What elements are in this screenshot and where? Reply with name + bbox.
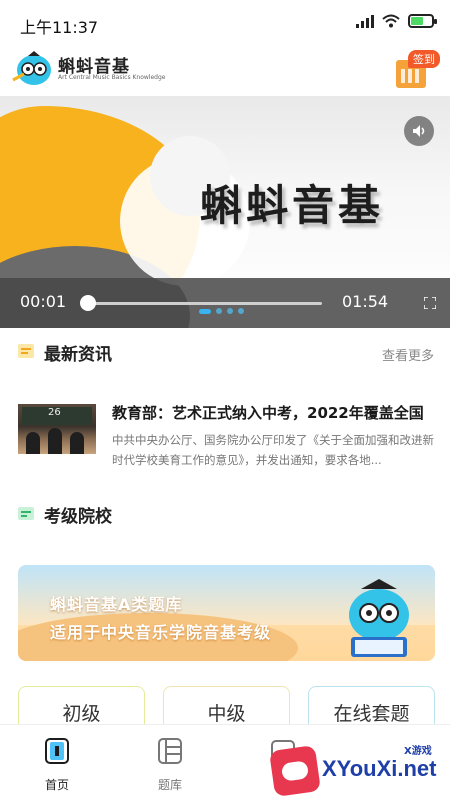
carousel-dot[interactable]	[216, 308, 222, 314]
news-section-title: 最新资讯	[42, 340, 114, 367]
current-time: 00:01	[20, 292, 67, 311]
video-player[interactable]: 蝌蚪音基 00:01 01:54	[0, 96, 450, 328]
exam-section-header: 考级院校	[0, 490, 450, 538]
home-icon	[45, 738, 69, 764]
watermark-tag: X游戏	[404, 746, 432, 757]
news-summary: 中共中央办公厅、国务院办公厅印发了《关于全面加强和改进新时代学校美育工作的意见》…	[112, 433, 434, 467]
site-watermark: XYouXi.net X游戏	[269, 738, 450, 800]
status-bar: 上午11:37	[0, 0, 450, 44]
video-controls: 00:01 01:54	[0, 278, 450, 328]
watermark-site: XYouXi.net	[322, 756, 437, 781]
battery-icon	[408, 14, 437, 28]
exam-school-icon	[18, 507, 34, 520]
app-header: 蝌蚪音基 Art Central Music Basics Knowledge …	[0, 44, 450, 96]
seek-handle[interactable]	[80, 295, 97, 311]
thumbnail-board-text: 26	[48, 407, 61, 418]
status-icons	[356, 14, 437, 28]
signin-button[interactable]: 签到	[392, 48, 440, 92]
exam-section-title: 考级院校	[42, 502, 114, 529]
thumbnail-figure	[48, 428, 62, 454]
banner-title: 蝌蚪音基A类题库	[50, 595, 183, 614]
tab-home-label: 首页	[44, 778, 69, 792]
question-bank-icon	[158, 738, 182, 764]
news-icon	[18, 344, 34, 358]
tab-home[interactable]: 首页	[12, 725, 102, 800]
thumbnail-figure	[26, 432, 40, 454]
app-subtitle: Art Central Music Basics Knowledge	[58, 74, 166, 81]
see-more-link[interactable]: 查看更多	[382, 345, 434, 364]
news-thumbnail: 26	[18, 404, 96, 454]
signal-icon	[356, 14, 374, 28]
carousel-indicator	[199, 308, 244, 314]
signin-label: 签到	[408, 50, 440, 68]
banner-subtitle: 适用于中央音乐学院音基考级	[50, 623, 272, 642]
carousel-dot[interactable]	[227, 308, 233, 314]
news-headline: 教育部：艺术正式纳入中考，2022年覆盖全国	[112, 404, 424, 422]
app-logo-icon	[12, 51, 51, 85]
news-item[interactable]: 26 教育部：艺术正式纳入中考，2022年覆盖全国 中共中央办公厅、国务院办公厅…	[0, 390, 450, 476]
carousel-dot[interactable]	[238, 308, 244, 314]
carousel-dot[interactable]	[199, 308, 211, 314]
tab-question-bank[interactable]: 题库	[125, 725, 215, 800]
tab-question-bank-label: 题库	[157, 778, 182, 792]
wifi-icon	[382, 14, 400, 28]
video-title-art: 蝌蚪音基	[200, 181, 385, 230]
thumbnail-figure	[70, 432, 84, 454]
news-section-header: 最新资讯 查看更多	[0, 328, 450, 376]
status-time: 上午11:37	[20, 18, 99, 37]
fullscreen-icon[interactable]	[424, 297, 436, 309]
seek-track[interactable]	[86, 302, 322, 305]
mascot-icon	[349, 579, 409, 657]
watermark-logo-icon	[269, 745, 321, 797]
question-bank-banner[interactable]: 蝌蚪音基A类题库 适用于中央音乐学院音基考级	[18, 565, 435, 661]
duration: 01:54	[342, 292, 389, 311]
volume-button[interactable]	[404, 116, 434, 146]
speaker-icon	[413, 125, 425, 137]
